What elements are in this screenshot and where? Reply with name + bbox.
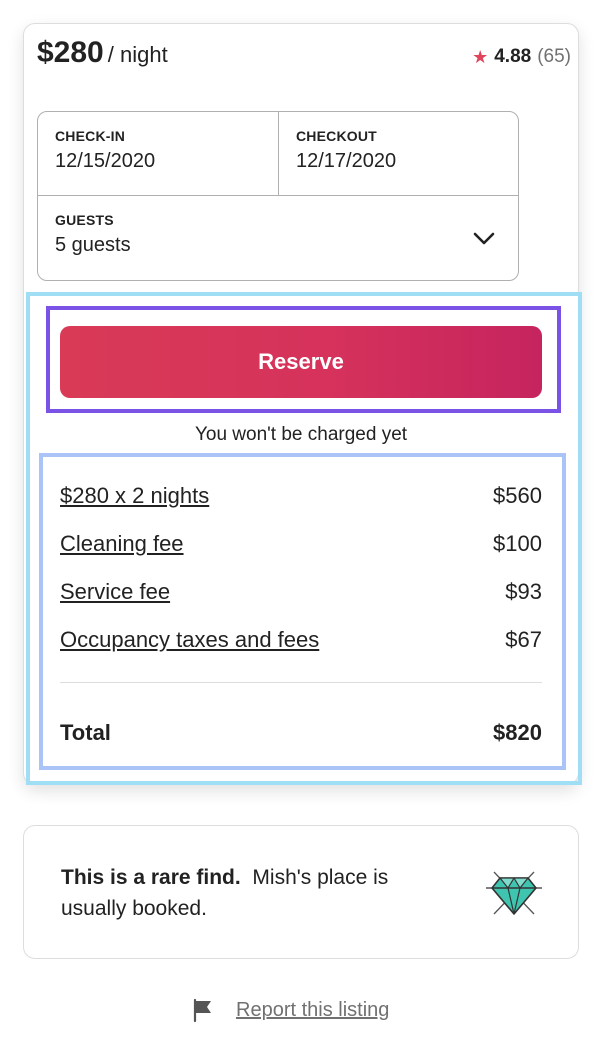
reserve-button[interactable]: Reserve xyxy=(60,326,542,398)
total-amount: $820 xyxy=(493,720,542,745)
nightly-price: $280 xyxy=(37,36,104,69)
fee-amount-nights: $560 xyxy=(493,483,542,508)
chevron-down-icon[interactable] xyxy=(470,224,498,252)
guests-selector[interactable]: GUESTS 5 guests xyxy=(38,196,518,280)
booking-form: CHECK-IN 12/15/2020 CHECKOUT 12/17/2020 … xyxy=(37,111,519,281)
fee-row-cleaning: Cleaning fee $100 xyxy=(60,531,542,561)
fee-label-cleaning[interactable]: Cleaning fee xyxy=(60,531,184,557)
guests-value: 5 guests xyxy=(55,234,131,256)
rating-summary[interactable]: ★ 4.88 (65) xyxy=(472,46,571,68)
fee-row-nights: $280 x 2 nights $560 xyxy=(60,483,542,513)
per-night-label: / night xyxy=(107,42,168,67)
rare-find-card: This is a rare find. Mish's place is usu… xyxy=(23,825,579,959)
total-divider xyxy=(60,682,542,683)
total-label: Total xyxy=(60,720,111,745)
fee-label-taxes[interactable]: Occupancy taxes and fees xyxy=(60,627,319,653)
fee-label-nights[interactable]: $280 x 2 nights xyxy=(60,483,209,509)
report-listing[interactable]: Report this listing xyxy=(190,995,389,1025)
review-count: (65) xyxy=(537,46,571,67)
price-per-night: $280/ night xyxy=(37,36,168,70)
no-charge-note: You won't be charged yet xyxy=(194,424,408,445)
fee-row-taxes: Occupancy taxes and fees $67 xyxy=(60,627,542,657)
fee-row-service: Service fee $93 xyxy=(60,579,542,609)
rare-find-headline: This is a rare find. xyxy=(61,866,241,889)
checkout-field[interactable]: CHECKOUT 12/17/2020 xyxy=(279,112,518,196)
guests-label: GUESTS xyxy=(55,212,114,228)
flag-icon xyxy=(193,998,211,1023)
checkout-label: CHECKOUT xyxy=(296,128,377,144)
fee-amount-service: $93 xyxy=(505,579,542,604)
rating-value: 4.88 xyxy=(494,46,532,67)
rare-find-message: This is a rare find. Mish's place is usu… xyxy=(61,862,441,924)
checkout-value: 12/17/2020 xyxy=(296,150,397,172)
report-listing-link[interactable]: Report this listing xyxy=(236,999,389,1022)
total-row: Total $820 xyxy=(60,720,542,750)
fee-label-service[interactable]: Service fee xyxy=(60,579,170,605)
checkin-field[interactable]: CHECK-IN 12/15/2020 xyxy=(38,112,279,196)
star-icon: ★ xyxy=(472,46,489,67)
fee-amount-cleaning: $100 xyxy=(493,531,542,556)
checkin-value: 12/15/2020 xyxy=(55,150,156,172)
diamond-icon xyxy=(486,871,542,915)
checkin-label: CHECK-IN xyxy=(55,128,126,144)
price-header: $280/ night ★ 4.88 (65) xyxy=(37,36,571,76)
fee-amount-taxes: $67 xyxy=(505,627,542,652)
